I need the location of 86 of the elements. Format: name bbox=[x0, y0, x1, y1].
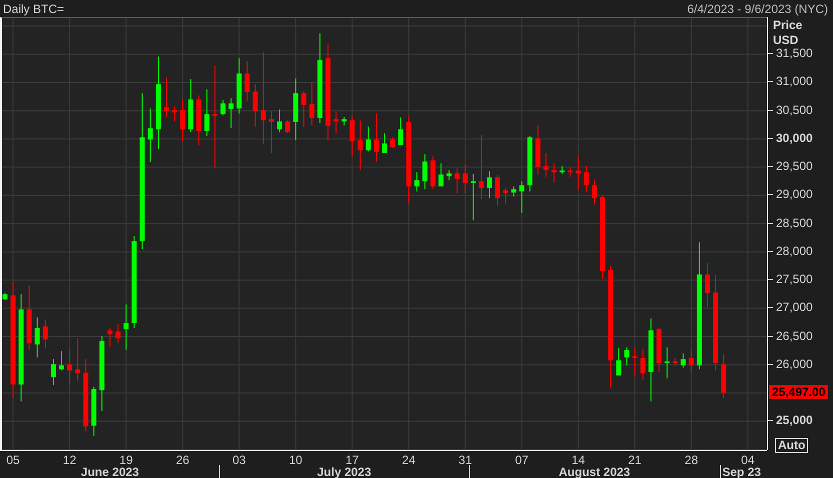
candlestick bbox=[414, 172, 420, 192]
price-label: 25,000 bbox=[768, 413, 813, 428]
price-label: 29,500 bbox=[768, 159, 813, 174]
candlestick bbox=[220, 99, 226, 116]
candlestick bbox=[252, 84, 258, 127]
candlestick bbox=[680, 352, 686, 368]
price-label: 26,000 bbox=[768, 356, 813, 371]
candlestick bbox=[584, 166, 589, 194]
date-label: 05 bbox=[6, 453, 20, 467]
candlestick bbox=[285, 120, 290, 134]
candlestick bbox=[486, 170, 492, 199]
candlestick bbox=[148, 108, 153, 163]
candlestick bbox=[398, 116, 404, 146]
candlestick bbox=[67, 350, 72, 386]
candlestick bbox=[358, 120, 363, 170]
axis-title: USD bbox=[773, 33, 798, 47]
candlestick bbox=[454, 168, 460, 194]
candlestick bbox=[688, 349, 694, 373]
candlestick bbox=[624, 346, 630, 366]
candlestick bbox=[50, 358, 56, 386]
candlestick bbox=[374, 113, 379, 163]
date-label: 14 bbox=[572, 453, 585, 467]
date-label: 17 bbox=[346, 453, 359, 467]
chart-title: Daily BTC= bbox=[3, 2, 64, 16]
candlestick bbox=[438, 162, 444, 187]
candlestick bbox=[350, 114, 355, 157]
candlestick bbox=[334, 110, 339, 134]
candlestick bbox=[309, 82, 314, 126]
date-label: 21 bbox=[628, 453, 642, 467]
candlestick bbox=[301, 90, 306, 128]
candlestick bbox=[576, 156, 581, 191]
date-label: 07 bbox=[515, 453, 528, 467]
candlestick bbox=[543, 152, 548, 178]
candlestick bbox=[704, 262, 710, 308]
candlestick bbox=[422, 154, 428, 190]
auto-scale-button[interactable]: Auto bbox=[775, 438, 808, 453]
date-label: 26 bbox=[176, 453, 190, 467]
candlestick bbox=[228, 98, 234, 129]
candlestick bbox=[116, 324, 121, 344]
candlestick bbox=[478, 134, 484, 200]
candlestick bbox=[260, 52, 266, 144]
price-label: 29,000 bbox=[768, 187, 813, 202]
date-label: 24 bbox=[402, 453, 416, 467]
candlestick bbox=[204, 88, 210, 137]
candlestick bbox=[519, 180, 524, 214]
month-label: June 2023 bbox=[80, 465, 139, 478]
candlestick bbox=[382, 132, 387, 154]
candlestick bbox=[277, 109, 282, 133]
price-label: 28,500 bbox=[768, 216, 813, 230]
price-label: 27,500 bbox=[768, 272, 813, 286]
price-label: 26,500 bbox=[768, 328, 813, 343]
price-label: 31,500 bbox=[768, 46, 813, 60]
candlestick bbox=[164, 76, 169, 118]
candlestick bbox=[495, 174, 500, 207]
candlestick bbox=[592, 179, 597, 205]
date-range: 6/4/2023 - 9/6/2023 (NYC) bbox=[687, 2, 828, 16]
date-label: 04 bbox=[741, 453, 755, 467]
last-price-tag: 25,497.00 bbox=[769, 384, 828, 399]
price-label: 27,000 bbox=[768, 300, 813, 314]
candlestick bbox=[59, 350, 64, 371]
candlestick bbox=[34, 316, 40, 358]
price-label: 31,000 bbox=[768, 74, 813, 88]
candlestick bbox=[462, 164, 468, 194]
candlestick bbox=[244, 60, 250, 102]
candlestick bbox=[511, 186, 516, 198]
date-label: 28 bbox=[684, 453, 698, 467]
candlestick bbox=[366, 126, 371, 152]
date-label: 19 bbox=[119, 453, 133, 467]
candlestick bbox=[212, 65, 218, 169]
candlestick bbox=[180, 98, 186, 142]
candlestick bbox=[124, 304, 129, 351]
axis-title: Price bbox=[773, 18, 802, 32]
date-label: 10 bbox=[289, 453, 302, 467]
price-label: 28,000 bbox=[768, 244, 813, 258]
candlestick bbox=[268, 110, 274, 154]
candlestick bbox=[640, 348, 646, 381]
candlestick bbox=[616, 347, 622, 376]
date-label: 31 bbox=[458, 453, 472, 467]
candlestick bbox=[107, 328, 112, 348]
candlestick bbox=[42, 319, 48, 349]
price-label: 30,500 bbox=[768, 102, 813, 117]
candlestick bbox=[390, 136, 396, 148]
price-label: 30,000 bbox=[768, 130, 813, 145]
date-label: 12 bbox=[62, 453, 76, 467]
candlestick bbox=[172, 106, 178, 122]
date-label: 03 bbox=[232, 453, 246, 467]
